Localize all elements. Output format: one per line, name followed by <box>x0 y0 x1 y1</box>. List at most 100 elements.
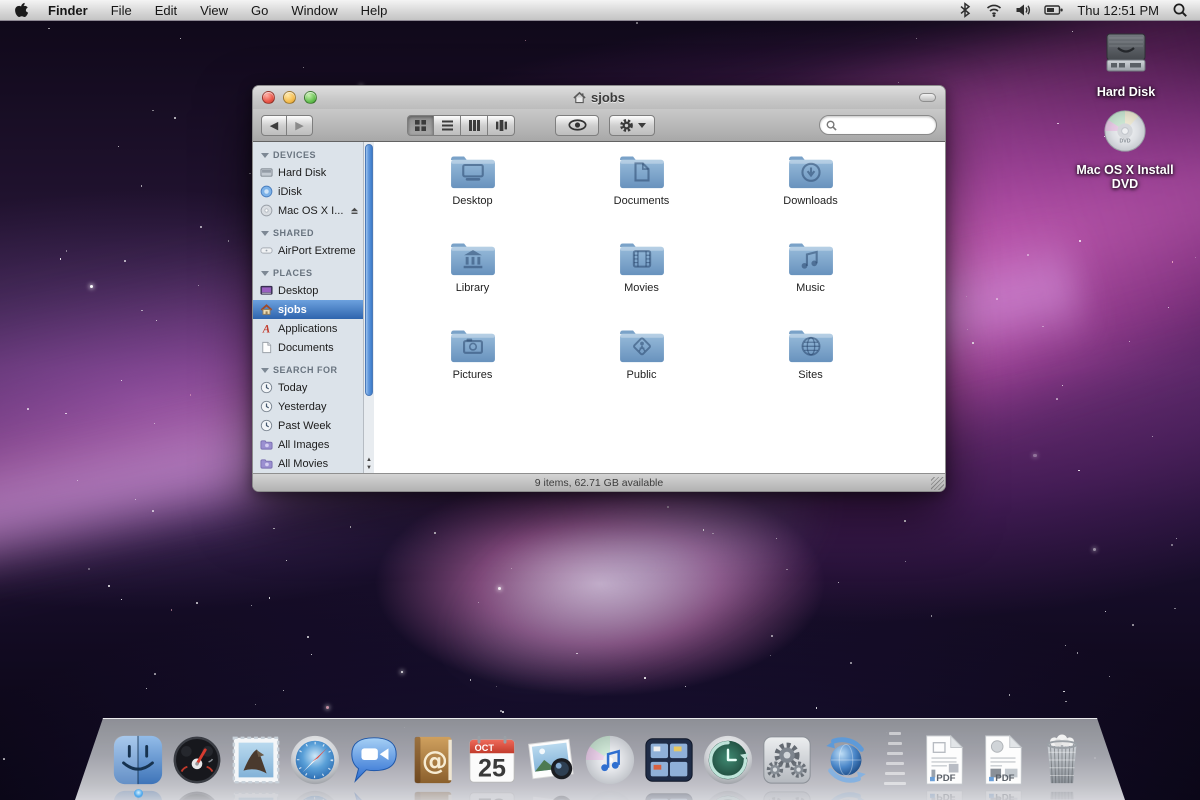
dock-mail-icon[interactable] <box>229 733 283 787</box>
sidebar-item-today[interactable]: Today <box>253 378 363 397</box>
sidebar-item-all-images[interactable]: All Images <box>253 435 363 454</box>
dock-trash-icon[interactable] <box>1035 733 1089 787</box>
zoom-button[interactable] <box>304 91 317 104</box>
menu-edit[interactable]: Edit <box>155 3 177 18</box>
folder-library[interactable]: Library <box>388 239 557 326</box>
scrollbar-thumb[interactable] <box>365 144 373 396</box>
folder-icon-music <box>785 239 837 281</box>
close-button[interactable] <box>262 91 275 104</box>
view-coverflow-button[interactable] <box>488 114 515 136</box>
dock-safari-icon[interactable] <box>288 733 342 787</box>
menu-window[interactable]: Window <box>291 3 337 18</box>
sidebar-item-hard-disk[interactable]: Hard Disk <box>253 163 363 182</box>
disc-mini-icon <box>260 204 273 217</box>
dock-pdf-document-1-icon[interactable]: PDF <box>917 733 971 787</box>
disclosure-triangle-icon[interactable] <box>261 270 269 276</box>
battery-icon[interactable] <box>1044 2 1064 18</box>
search-icon <box>826 120 837 131</box>
dock-time-machine-icon[interactable] <box>701 733 755 787</box>
dock: @ OCT 25 PDF PDF <box>75 718 1125 800</box>
scrollbar-arrows[interactable]: ▲ ▼ <box>364 456 374 472</box>
folder-icon-library <box>447 239 499 281</box>
quick-look-button[interactable] <box>555 114 599 136</box>
dock-system-preferences-icon[interactable] <box>760 733 814 787</box>
folder-public[interactable]: Public <box>557 326 726 413</box>
menu-bar-clock[interactable]: Thu 12:51 PM <box>1077 3 1159 18</box>
sidebar-item-applications[interactable]: A Applications <box>253 319 363 338</box>
wifi-icon[interactable] <box>986 2 1002 18</box>
sidebar-item-sjobs[interactable]: sjobs <box>253 300 363 319</box>
desktop-mini-icon <box>260 284 273 297</box>
folder-pictures[interactable]: Pictures <box>388 326 557 413</box>
bluetooth-icon[interactable] <box>957 2 973 18</box>
resize-grip[interactable] <box>931 477 944 490</box>
view-column-button[interactable] <box>461 114 488 136</box>
dock-spaces-icon[interactable] <box>642 733 696 787</box>
airport-icon <box>260 244 273 257</box>
window-title-text: sjobs <box>591 90 625 105</box>
dock-itunes-icon[interactable] <box>583 733 637 787</box>
search-field[interactable] <box>819 115 937 135</box>
sidebar-item-mac-os-x-i-[interactable]: Mac OS X I... <box>253 201 363 220</box>
menu-help[interactable]: Help <box>361 3 388 18</box>
sidebar-item-label: AirPort Extreme <box>278 244 356 257</box>
view-icon-button[interactable] <box>407 114 434 136</box>
home-icon <box>260 303 273 316</box>
disclosure-triangle-icon[interactable] <box>261 230 269 236</box>
folder-desktop[interactable]: Desktop <box>388 152 557 239</box>
disclosure-triangle-icon[interactable] <box>261 367 269 373</box>
action-menu-button[interactable] <box>609 114 655 136</box>
spotlight-icon[interactable] <box>1172 2 1188 18</box>
sidebar-section-header[interactable]: PLACES <box>253 260 363 281</box>
dock-iphoto-icon[interactable] <box>524 733 578 787</box>
folder-downloads[interactable]: Downloads <box>726 152 895 239</box>
dock-finder-icon[interactable] <box>111 733 165 798</box>
folder-icon-movies <box>616 239 668 281</box>
dvd-icon: DVD <box>1070 108 1180 159</box>
minimize-button[interactable] <box>283 91 296 104</box>
menu-go[interactable]: Go <box>251 3 268 18</box>
sidebar: DEVICES Hard Disk iDisk Mac OS X I... SHARED… <box>253 142 363 473</box>
sidebar-section-header[interactable]: SEARCH FOR <box>253 357 363 378</box>
disclosure-triangle-icon[interactable] <box>261 152 269 158</box>
section-header-label: PLACES <box>273 268 313 278</box>
menu-view[interactable]: View <box>200 3 228 18</box>
sidebar-item-idisk[interactable]: iDisk <box>253 182 363 201</box>
menu-file[interactable]: File <box>111 3 132 18</box>
dock-ical-icon[interactable]: OCT 25 <box>465 733 519 787</box>
back-button[interactable]: ◀ <box>261 114 287 136</box>
eject-icon[interactable] <box>349 205 360 216</box>
dock-dashboard-icon[interactable] <box>170 733 224 787</box>
apple-menu[interactable] <box>14 2 29 18</box>
menu-bar: Finder File Edit View Go Window Help Thu 12:51… <box>0 0 1200 21</box>
folder-music[interactable]: Music <box>726 239 895 326</box>
sidebar-scrollbar[interactable]: ▲ ▼ <box>363 142 374 473</box>
dock-pdf-document-2-icon[interactable]: PDF <box>976 733 1030 787</box>
menu-finder[interactable]: Finder <box>48 3 88 18</box>
volume-icon[interactable] <box>1015 2 1031 18</box>
dock-software-update-icon[interactable] <box>819 733 873 787</box>
sidebar-item-label: iDisk <box>278 185 302 198</box>
toolbar-toggle-button[interactable] <box>919 93 936 102</box>
sidebar-item-desktop[interactable]: Desktop <box>253 281 363 300</box>
folder-movies[interactable]: Movies <box>557 239 726 326</box>
view-list-button[interactable] <box>434 114 461 136</box>
sidebar-item-past-week[interactable]: Past Week <box>253 416 363 435</box>
sidebar-item-yesterday[interactable]: Yesterday <box>253 397 363 416</box>
dock-address-book-icon[interactable]: @ <box>406 733 460 787</box>
dock-ichat-icon[interactable] <box>347 733 401 787</box>
sidebar-section-header[interactable]: DEVICES <box>253 142 363 163</box>
folder-icon-public <box>616 326 668 368</box>
forward-button[interactable]: ▶ <box>287 114 313 136</box>
folder-sites[interactable]: Sites <box>726 326 895 413</box>
finder-window: sjobs ◀ ▶ DEVICES Hard Disk iDisk Mac OS… <box>252 85 946 492</box>
folder-documents[interactable]: Documents <box>557 152 726 239</box>
search-input[interactable] <box>841 119 930 131</box>
sidebar-item-documents[interactable]: Documents <box>253 338 363 357</box>
sidebar-section-header[interactable]: SHARED <box>253 220 363 241</box>
desktop-icon-install-dvd[interactable]: DVD Mac OS X Install DVD <box>1070 108 1180 191</box>
sidebar-item-airport-extreme[interactable]: AirPort Extreme <box>253 241 363 260</box>
sidebar-item-all-movies[interactable]: All Movies <box>253 454 363 473</box>
title-bar[interactable]: sjobs <box>253 86 945 109</box>
desktop-icon-hard-disk[interactable]: Hard Disk <box>1071 32 1181 99</box>
